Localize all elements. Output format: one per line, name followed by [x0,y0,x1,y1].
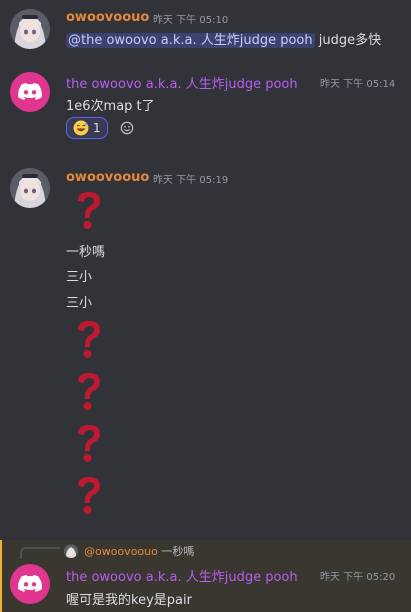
message-text: 1e6次map t了 [66,99,155,114]
message-text: 一秒嗎 [66,245,106,260]
reaction-count: 1 [93,121,101,135]
discord-logo-icon [18,83,42,100]
sweat-smile-icon [73,120,89,136]
author-name[interactable]: owoovoouo [66,10,149,25]
message-text: 三小 [66,296,93,311]
reaction-sweat-smile[interactable]: 1 [66,117,108,139]
message-text: judge多快 [314,33,382,48]
author-name[interactable]: owoovoouo [66,170,149,185]
message-text: 喔可是我的key是pair [66,593,192,608]
avatar-owoovoouo[interactable] [10,168,50,208]
discord-logo-icon [18,575,42,592]
question-mark-emoji [78,425,100,462]
anime-avatar-icon [10,9,50,49]
reactions-bar: 1 [66,117,140,139]
anime-avatar-icon [10,168,50,208]
message-text: 三小 [66,270,93,285]
message-2: the owoovo a.k.a. 人生炸judge pooh 昨天 下午 05… [0,60,411,160]
question-mark-emoji [78,373,100,410]
question-mark-emoji [78,477,100,514]
message-content: @the owoovo a.k.a. 人生炸judge pooh judge多快 [66,29,381,48]
avatar-owoovoouo[interactable] [10,9,50,49]
question-mark-emoji [78,321,100,358]
question-mark-emoji [78,192,100,229]
user-mention[interactable]: @the owoovo a.k.a. 人生炸judge pooh [66,33,315,48]
avatar-pooh[interactable] [10,564,50,604]
message-1: owoovoouo 昨天 下午 05:10 @the owoovo a.k.a.… [0,0,411,60]
timestamp: 昨天 下午 05:10 [153,15,229,26]
message-3: owoovoouo 昨天 下午 05:19 [0,160,411,540]
timestamp: 昨天 下午 05:19 [153,175,229,186]
add-reaction-icon [120,121,133,135]
add-reaction-button[interactable] [113,117,140,139]
timestamp: 昨天 下午 05:14 [320,79,396,90]
author-name[interactable]: the owoovo a.k.a. 人生炸judge pooh [66,566,298,585]
author-name[interactable]: the owoovo a.k.a. 人生炸judge pooh [66,73,298,92]
message-4: the owoovo a.k.a. 人生炸judge pooh 昨天 下午 05… [0,540,411,612]
timestamp: 昨天 下午 05:20 [320,572,396,583]
avatar-pooh[interactable] [10,72,50,112]
